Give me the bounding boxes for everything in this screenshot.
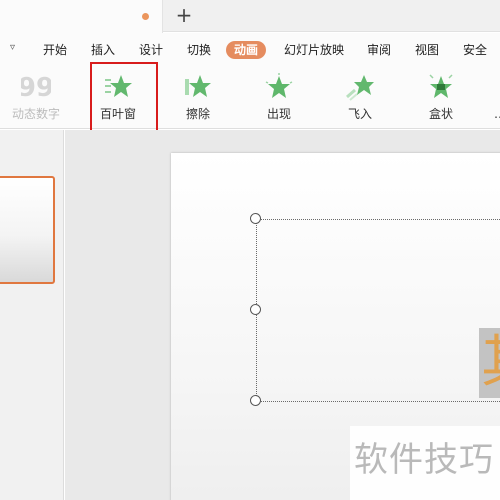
highlight-annotation (90, 62, 158, 136)
appear-icon (265, 73, 293, 98)
box-icon (429, 74, 453, 98)
glyph-text: 其 (481, 330, 500, 396)
animation-gallery: 99 动态数字 百叶窗 擦除 出现 飞入 盒状 (0, 67, 500, 129)
unsaved-indicator-icon (142, 13, 149, 20)
new-tab-button[interactable]: + (174, 4, 194, 26)
ribbon-collapse-icon[interactable]: ▿ (10, 42, 15, 53)
resize-handle-bottom-left[interactable] (250, 395, 261, 406)
anim-wipe[interactable]: 擦除 (163, 71, 233, 129)
menu-item-animation[interactable]: 动画 (226, 41, 267, 59)
document-tab[interactable] (0, 0, 163, 33)
fly-in-icon (346, 75, 374, 101)
slide-thumbnail[interactable] (0, 176, 55, 284)
anim-dynamic-number[interactable]: 99 动态数字 (1, 71, 71, 129)
watermark: 软件技巧 (350, 426, 500, 500)
resize-handle-top-left[interactable] (250, 213, 261, 224)
menu-item-security[interactable]: 安全 (463, 41, 487, 59)
menu-item-home[interactable]: 开始 (43, 41, 67, 59)
anim-label: 飞入 (347, 107, 372, 121)
menu-item-transitions[interactable]: 切换 (187, 41, 211, 59)
watermark-text: 软件技巧 (354, 440, 494, 480)
tab-strip: + (0, 0, 500, 33)
anim-label: 盒状 (428, 107, 453, 121)
anim-box[interactable]: 盒状 (406, 71, 476, 129)
text-placeholder[interactable] (256, 219, 500, 402)
resize-handle-middle-left[interactable] (250, 304, 261, 315)
anim-label: 出现 (266, 107, 291, 121)
selected-text-glyph[interactable]: 其 (479, 328, 500, 398)
slide-thumbnail-pane (0, 130, 64, 500)
anim-label: 擦除 (185, 107, 210, 121)
menu-item-slideshow[interactable]: 幻灯片放映 (284, 41, 344, 59)
wipe-icon (185, 75, 211, 97)
anim-fly-in[interactable]: 飞入 (325, 71, 395, 129)
menu-item-review[interactable]: 审阅 (367, 41, 391, 59)
menu-item-view[interactable]: 视图 (415, 41, 439, 59)
menu-item-design[interactable]: 设计 (139, 41, 163, 59)
anim-label: 动态数字 (11, 107, 60, 121)
dynamic-number-icon: 99 (21, 73, 51, 101)
ribbon-menu: ▿ 开始 插入 设计 切换 动画 幻灯片放映 审阅 视图 安全 (0, 33, 500, 67)
svg-text:99: 99 (21, 73, 51, 101)
anim-next-partial[interactable]: … (494, 107, 500, 121)
anim-appear[interactable]: 出现 (244, 71, 314, 129)
menu-item-insert[interactable]: 插入 (91, 41, 115, 59)
